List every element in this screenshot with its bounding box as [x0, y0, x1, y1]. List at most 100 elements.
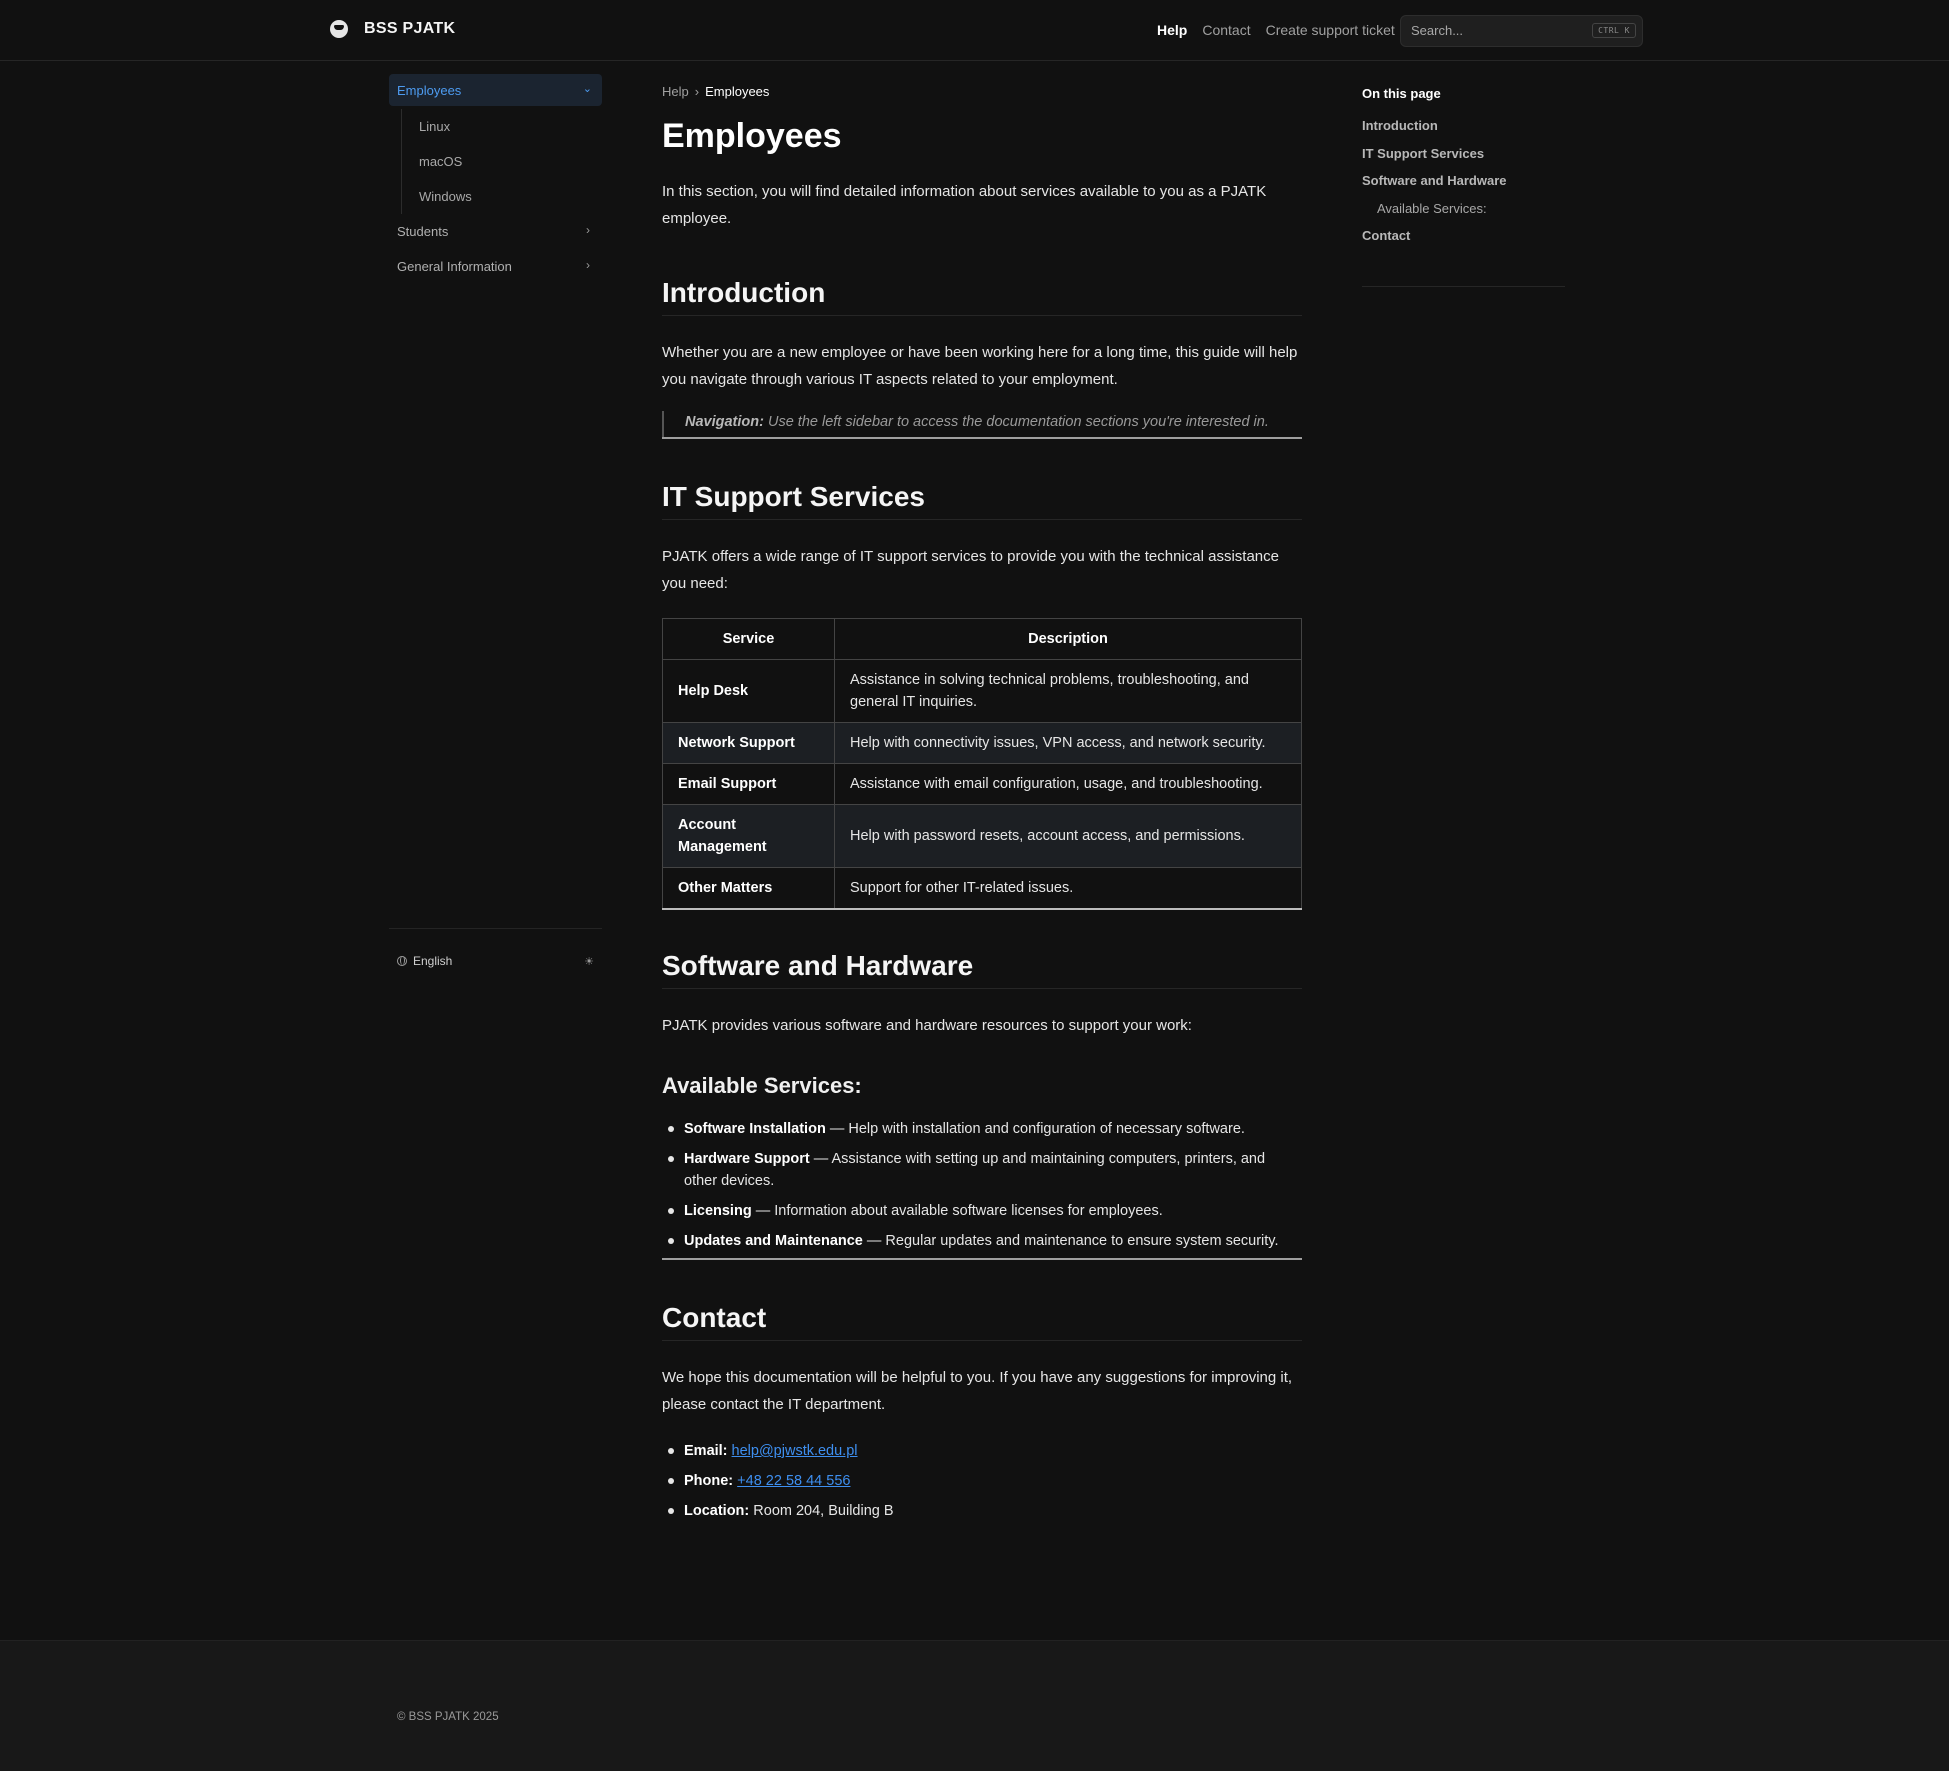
table-header-service: Service	[662, 618, 835, 660]
list-item-phone: Phone: +48 22 58 44 556	[662, 1470, 1302, 1492]
email-link[interactable]: help@pjwstk.edu.pl	[732, 1443, 858, 1459]
location-label: Location:	[684, 1503, 750, 1519]
page-title: Employees	[662, 117, 842, 155]
chevron-down-icon: ⌄	[582, 83, 592, 95]
toc-item-it-support-services[interactable]: IT Support Services	[1362, 146, 1565, 174]
phone-label: Phone:	[684, 1473, 734, 1489]
top-bar: BSS PJATK Help Contact Create support ti…	[0, 0, 1949, 61]
top-nav: Help Contact Create support ticket	[1157, 22, 1395, 38]
table-row: Email Support Assistance with email conf…	[662, 763, 1302, 805]
intro-text: In this section, you will find detailed …	[662, 183, 1267, 227]
search-input[interactable]	[1411, 23, 1581, 38]
sidebar-subitems: Linux macOS Windows	[401, 109, 602, 214]
main-content: Help › Employees Employees In this secti…	[662, 84, 1302, 1522]
software-text: PJATK provides various software and hard…	[662, 1017, 1192, 1034]
sidebar-item-label: Students	[397, 224, 449, 239]
breadcrumb: Help › Employees	[662, 84, 1302, 99]
nav-create-ticket[interactable]: Create support ticket	[1266, 22, 1395, 38]
toc-item-available-services[interactable]: Available Services:	[1362, 201, 1565, 229]
table-cell-service: Email Support	[662, 763, 835, 805]
table-cell-service: Other Matters	[662, 867, 835, 910]
nav-help[interactable]: Help	[1157, 22, 1187, 38]
globe-icon	[397, 956, 407, 966]
table-cell-description: Support for other IT-related issues.	[834, 867, 1302, 910]
note-label: Navigation:	[685, 414, 764, 430]
divider	[662, 1258, 1302, 1260]
services-table: Service Description Help Desk Assistance…	[662, 618, 1302, 910]
table-cell-description: Assistance in solving technical problems…	[834, 659, 1302, 723]
table-cell-description: Help with password resets, account acces…	[834, 804, 1302, 868]
search-shortcut-badge: CTRL K	[1592, 23, 1636, 38]
list-item-label: Hardware Support	[684, 1151, 810, 1167]
chevron-right-icon: ›	[586, 258, 590, 272]
logo-icon	[330, 20, 348, 38]
location-value: Room 204, Building B	[749, 1503, 894, 1519]
available-services-list: Software Installation — Help with instal…	[662, 1118, 1302, 1252]
footer: © BSS PJATK 2025	[0, 1640, 1949, 1771]
sidebar-item-windows[interactable]: Windows	[419, 179, 602, 214]
copyright: © BSS PJATK 2025	[397, 1711, 499, 1723]
sidebar: Employees ⌄ Linux macOS Windows Students…	[389, 74, 602, 284]
list-item-label: Updates and Maintenance	[684, 1233, 863, 1249]
navigation-note: Navigation: Use the left sidebar to acce…	[662, 411, 1302, 437]
list-item-location: Location: Room 204, Building B	[662, 1500, 1302, 1522]
nav-contact[interactable]: Contact	[1202, 22, 1250, 38]
toc-item-contact[interactable]: Contact	[1362, 228, 1565, 256]
list-item-label: Software Installation	[684, 1121, 826, 1137]
sidebar-item-employees[interactable]: Employees ⌄	[389, 74, 602, 106]
heading-software-and-hardware: Software and Hardware	[662, 950, 1302, 989]
sidebar-item-linux[interactable]: Linux	[419, 109, 602, 144]
search-box[interactable]: CTRL K	[1400, 15, 1643, 47]
breadcrumb-current: Employees	[705, 84, 770, 99]
list-item-text: — Help with installation and configurati…	[825, 1121, 1245, 1137]
sidebar-item-label: Employees	[397, 82, 462, 98]
sidebar-footer: English ☀	[389, 928, 602, 988]
list-item-email: Email: help@pjwstk.edu.pl	[662, 1440, 1302, 1462]
breadcrumb-root[interactable]: Help	[662, 84, 689, 99]
language-switcher[interactable]: English	[397, 954, 452, 968]
note-text: Use the left sidebar to access the docum…	[763, 414, 1269, 430]
list-item: Updates and Maintenance — Regular update…	[662, 1230, 1302, 1252]
chevron-right-icon: ›	[694, 84, 700, 99]
table-cell-description: Assistance with email configuration, usa…	[834, 763, 1302, 805]
logo-text: BSS PJATK	[364, 20, 456, 37]
toc-item-introduction[interactable]: Introduction	[1362, 118, 1565, 146]
list-item: Licensing — Information about available …	[662, 1200, 1302, 1222]
table-row: Help Desk Assistance in solving technica…	[662, 659, 1302, 723]
list-item: Software Installation — Help with instal…	[662, 1118, 1302, 1140]
list-item-text: — Regular updates and maintenance to ens…	[862, 1233, 1279, 1249]
list-item-label: Licensing	[684, 1203, 752, 1219]
contact-list: Email: help@pjwstk.edu.pl Phone: +48 22 …	[662, 1440, 1302, 1522]
introduction-text: Whether you are a new employee or have b…	[662, 344, 1298, 388]
table-cell-service: Account Management	[662, 804, 835, 868]
table-cell-description: Help with connectivity issues, VPN acces…	[834, 722, 1302, 764]
table-header-description: Description	[834, 618, 1302, 660]
table-cell-service: Help Desk	[662, 659, 835, 723]
heading-contact: Contact	[662, 1302, 1302, 1341]
sidebar-item-label: General Information	[397, 259, 512, 274]
email-label: Email:	[684, 1443, 728, 1459]
heading-introduction: Introduction	[662, 277, 1302, 316]
sidebar-item-macos[interactable]: macOS	[419, 144, 602, 179]
heading-it-support-services: IT Support Services	[662, 481, 1302, 520]
language-label: English	[413, 954, 453, 968]
sidebar-item-students[interactable]: Students ›	[389, 214, 602, 249]
phone-link[interactable]: +48 22 58 44 556	[737, 1473, 850, 1489]
chevron-right-icon: ›	[586, 223, 590, 237]
toc-title: On this page	[1362, 86, 1441, 101]
contact-text: We hope this documentation will be helpf…	[662, 1369, 1293, 1413]
table-cell-service: Network Support	[662, 722, 835, 764]
theme-toggle-sun-icon[interactable]: ☀	[584, 955, 594, 968]
divider	[662, 437, 1302, 439]
sidebar-item-general-information[interactable]: General Information ›	[389, 249, 602, 284]
list-item-text: — Information about available software l…	[751, 1203, 1163, 1219]
heading-available-services: Available Services:	[662, 1073, 862, 1098]
table-row: Account Management Help with password re…	[662, 804, 1302, 868]
list-item: Hardware Support — Assistance with setti…	[662, 1148, 1302, 1192]
table-of-contents: On this page Introduction IT Support Ser…	[1362, 86, 1565, 287]
logo-link[interactable]: BSS PJATK	[330, 20, 455, 38]
it-support-text: PJATK offers a wide range of IT support …	[662, 548, 1279, 592]
table-row: Other Matters Support for other IT-relat…	[662, 867, 1302, 910]
toc-item-software-and-hardware[interactable]: Software and Hardware	[1362, 173, 1565, 201]
table-row: Network Support Help with connectivity i…	[662, 722, 1302, 764]
